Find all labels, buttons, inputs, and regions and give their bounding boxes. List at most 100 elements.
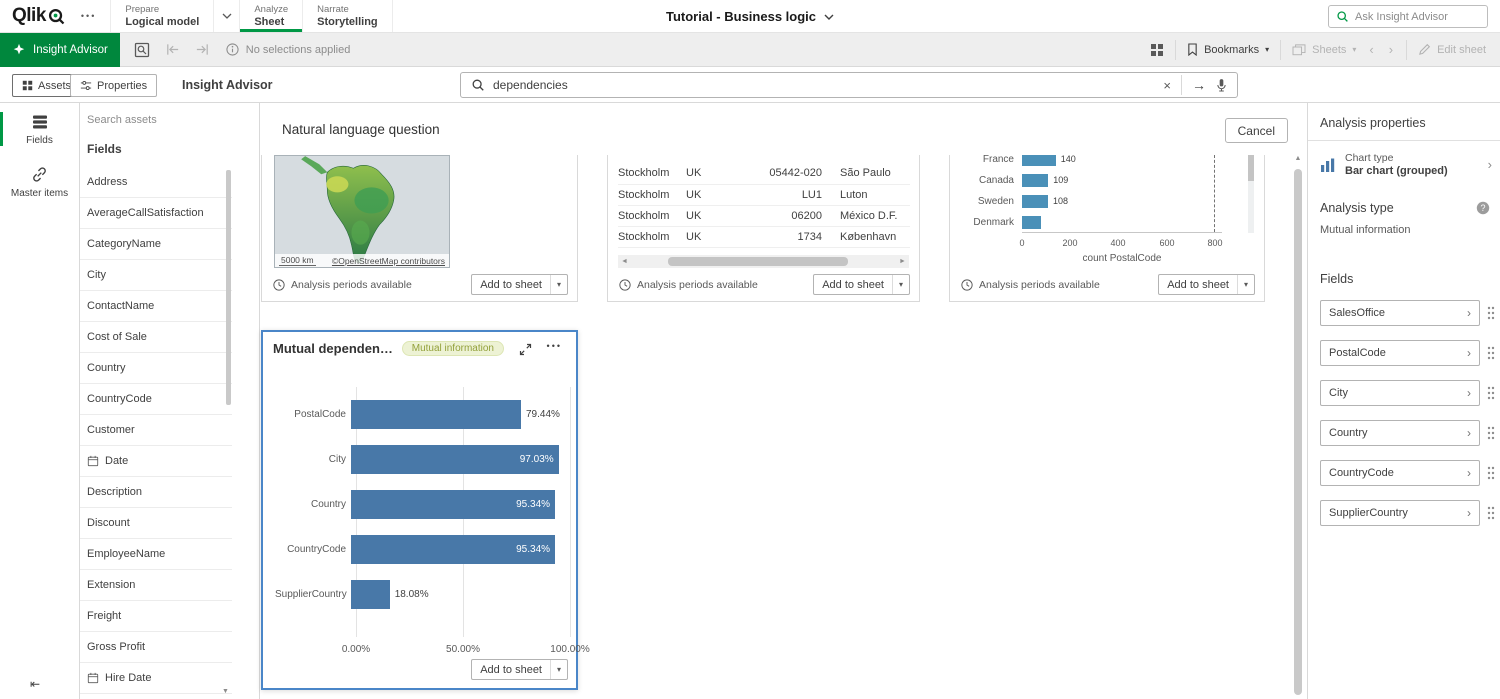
rail-item-master-items[interactable]: Master items xyxy=(0,155,79,208)
list-item-field[interactable]: Extension xyxy=(80,570,232,601)
chevron-down-icon[interactable] xyxy=(213,0,239,32)
results-scrollbar[interactable]: ▲ xyxy=(1293,155,1303,695)
rail-item-fields[interactable]: Fields xyxy=(0,103,79,155)
analysis-field-salesoffice[interactable]: SalesOffice › xyxy=(1320,300,1480,326)
scrollbar-thumb[interactable] xyxy=(1294,169,1302,695)
drag-handle-icon[interactable] xyxy=(1487,506,1495,520)
scroll-up-icon[interactable]: ▲ xyxy=(1293,155,1303,162)
add-to-sheet-button[interactable]: Add to sheet ▾ xyxy=(813,274,910,295)
drag-handle-icon[interactable] xyxy=(1487,386,1495,400)
drag-handle-icon[interactable] xyxy=(1487,466,1495,480)
map-chart[interactable]: 5000 km ©OpenStreetMap contributors xyxy=(274,155,450,268)
osm-attribution-link[interactable]: ©OpenStreetMap contributors xyxy=(332,256,445,266)
table-row[interactable]: Stockholm UK 05442-020 São Paulo xyxy=(618,163,910,184)
list-item-field[interactable]: ContactName xyxy=(80,291,232,322)
qlik-sense-app: Qlik ••• Prepare Logical model Analyze S… xyxy=(0,0,1500,699)
ask-insight-advisor-search[interactable] xyxy=(1328,5,1488,28)
expand-chart-icon[interactable] xyxy=(519,343,532,356)
chart-more-menu-icon[interactable]: ••• xyxy=(547,341,562,351)
analysis-field-countrycode[interactable]: CountryCode › xyxy=(1320,460,1480,486)
drag-handle-icon[interactable] xyxy=(1487,306,1495,320)
list-item-field[interactable]: EmployeeName xyxy=(80,539,232,570)
clear-search-icon[interactable]: × xyxy=(1163,78,1171,93)
chart-card-bar[interactable]: France 140 Canada 109 Sweden 108 Denmark xyxy=(949,155,1265,302)
scroll-left-icon[interactable]: ◄ xyxy=(618,258,631,265)
microphone-icon[interactable] xyxy=(1216,78,1227,93)
bar[interactable] xyxy=(1022,174,1048,187)
analysis-field-postalcode[interactable]: PostalCode › xyxy=(1320,340,1480,366)
submit-search-icon[interactable]: → xyxy=(1192,77,1206,93)
insight-advisor-button[interactable]: Insight Advisor xyxy=(0,33,120,67)
step-forward-icon[interactable] xyxy=(195,42,210,57)
list-item-field-date[interactable]: Hire Date xyxy=(80,663,232,694)
ask-insight-advisor-input[interactable] xyxy=(1355,11,1480,23)
chevron-down-icon[interactable]: ▾ xyxy=(550,660,567,679)
scrollbar-track[interactable] xyxy=(631,255,896,268)
list-item-field[interactable]: Cost of Sale xyxy=(80,322,232,353)
chevron-down-icon[interactable]: ▾ xyxy=(892,275,909,294)
chart-card-mutual-dependency-selected[interactable]: Mutual dependency bet… Mutual informatio… xyxy=(261,330,578,690)
bar[interactable] xyxy=(351,580,390,609)
bar[interactable] xyxy=(1022,216,1041,229)
list-item-field[interactable]: Freight xyxy=(80,601,232,632)
nav-tab-prepare[interactable]: Prepare Logical model xyxy=(110,0,239,32)
sheet-grid-icon[interactable] xyxy=(1150,43,1164,57)
chart-card-map[interactable]: 5000 km ©OpenStreetMap contributors Anal… xyxy=(261,155,578,302)
step-back-icon[interactable] xyxy=(165,42,180,57)
list-item-field[interactable]: Customer xyxy=(80,415,232,446)
table-row[interactable]: Stockholm UK 1734 København xyxy=(618,226,910,247)
drag-handle-icon[interactable] xyxy=(1487,426,1495,440)
analysis-field-country[interactable]: Country › xyxy=(1320,420,1480,446)
insight-search-bar[interactable]: × → xyxy=(460,72,1238,98)
add-to-sheet-button[interactable]: Add to sheet ▾ xyxy=(471,659,568,680)
next-sheet-icon[interactable]: › xyxy=(1387,42,1395,57)
add-to-sheet-button[interactable]: Add to sheet ▾ xyxy=(471,274,568,295)
list-item-field-date[interactable]: Date xyxy=(80,446,232,477)
drag-handle-icon[interactable] xyxy=(1487,346,1495,360)
scrollbar-thumb[interactable] xyxy=(1248,155,1254,181)
help-icon[interactable]: ? xyxy=(1476,201,1490,215)
add-to-sheet-button[interactable]: Add to sheet ▾ xyxy=(1158,274,1255,295)
chart-card-table[interactable]: Stockholm UK 05442-020 São Paulo Stockho… xyxy=(607,155,920,302)
bar[interactable] xyxy=(351,400,521,429)
analysis-field-city[interactable]: City › xyxy=(1320,380,1480,406)
assets-scrollbar-thumb[interactable] xyxy=(226,170,231,405)
chevron-down-icon[interactable]: ▾ xyxy=(1237,275,1254,294)
list-item-field[interactable]: AverageCallSatisfaction xyxy=(80,198,232,229)
list-item-field[interactable]: City xyxy=(80,260,232,291)
global-menu-icon[interactable]: ••• xyxy=(81,11,96,21)
table-row[interactable]: Stockholm UK 06200 México D.F. xyxy=(618,205,910,226)
nav-tab-narrate[interactable]: Narrate Storytelling xyxy=(302,0,393,32)
list-item-field[interactable]: CategoryName xyxy=(80,229,232,260)
sheets-menu[interactable]: Sheets ▾ xyxy=(1292,44,1356,56)
search-assets-input[interactable] xyxy=(87,114,229,126)
cancel-button[interactable]: Cancel xyxy=(1225,118,1288,143)
list-item-field[interactable]: Discount xyxy=(80,508,232,539)
scroll-down-icon[interactable]: ▼ xyxy=(222,688,229,695)
list-item-field[interactable]: Address xyxy=(80,167,232,198)
list-item-field[interactable]: Country xyxy=(80,353,232,384)
selections-tool-icon[interactable] xyxy=(134,42,150,58)
list-item-field[interactable]: CountryCode xyxy=(80,384,232,415)
horizontal-scrollbar[interactable]: ◄ ► xyxy=(618,255,909,268)
mini-chart-scrollbar[interactable] xyxy=(1248,155,1254,233)
bar[interactable] xyxy=(1022,195,1048,208)
collapse-panel-icon[interactable]: ⇤ xyxy=(30,677,40,691)
bar[interactable] xyxy=(1022,155,1056,166)
nav-tab-analyze[interactable]: Analyze Sheet xyxy=(239,0,302,32)
table-row[interactable]: Stockholm UK LU1 Luton xyxy=(618,184,910,205)
qlik-logo[interactable]: Qlik xyxy=(12,5,65,27)
app-title-menu[interactable]: Tutorial - Business logic xyxy=(666,0,834,33)
analysis-field-suppliercountry[interactable]: SupplierCountry › xyxy=(1320,500,1480,526)
scrollbar-thumb[interactable] xyxy=(668,257,848,266)
previous-sheet-icon[interactable]: ‹ xyxy=(1367,42,1375,57)
list-item-field[interactable]: Description xyxy=(80,477,232,508)
tab-properties[interactable]: Properties xyxy=(70,74,157,97)
bookmarks-menu[interactable]: Bookmarks ▾ xyxy=(1187,43,1269,56)
list-item-field[interactable]: Gross Profit xyxy=(80,632,232,663)
edit-sheet-button[interactable]: Edit sheet xyxy=(1418,43,1486,56)
scroll-right-icon[interactable]: ► xyxy=(896,258,909,265)
chart-type-row[interactable]: Chart type Bar chart (grouped) › xyxy=(1308,141,1500,177)
insight-search-input[interactable] xyxy=(493,78,1155,92)
chevron-down-icon[interactable]: ▾ xyxy=(550,275,567,294)
